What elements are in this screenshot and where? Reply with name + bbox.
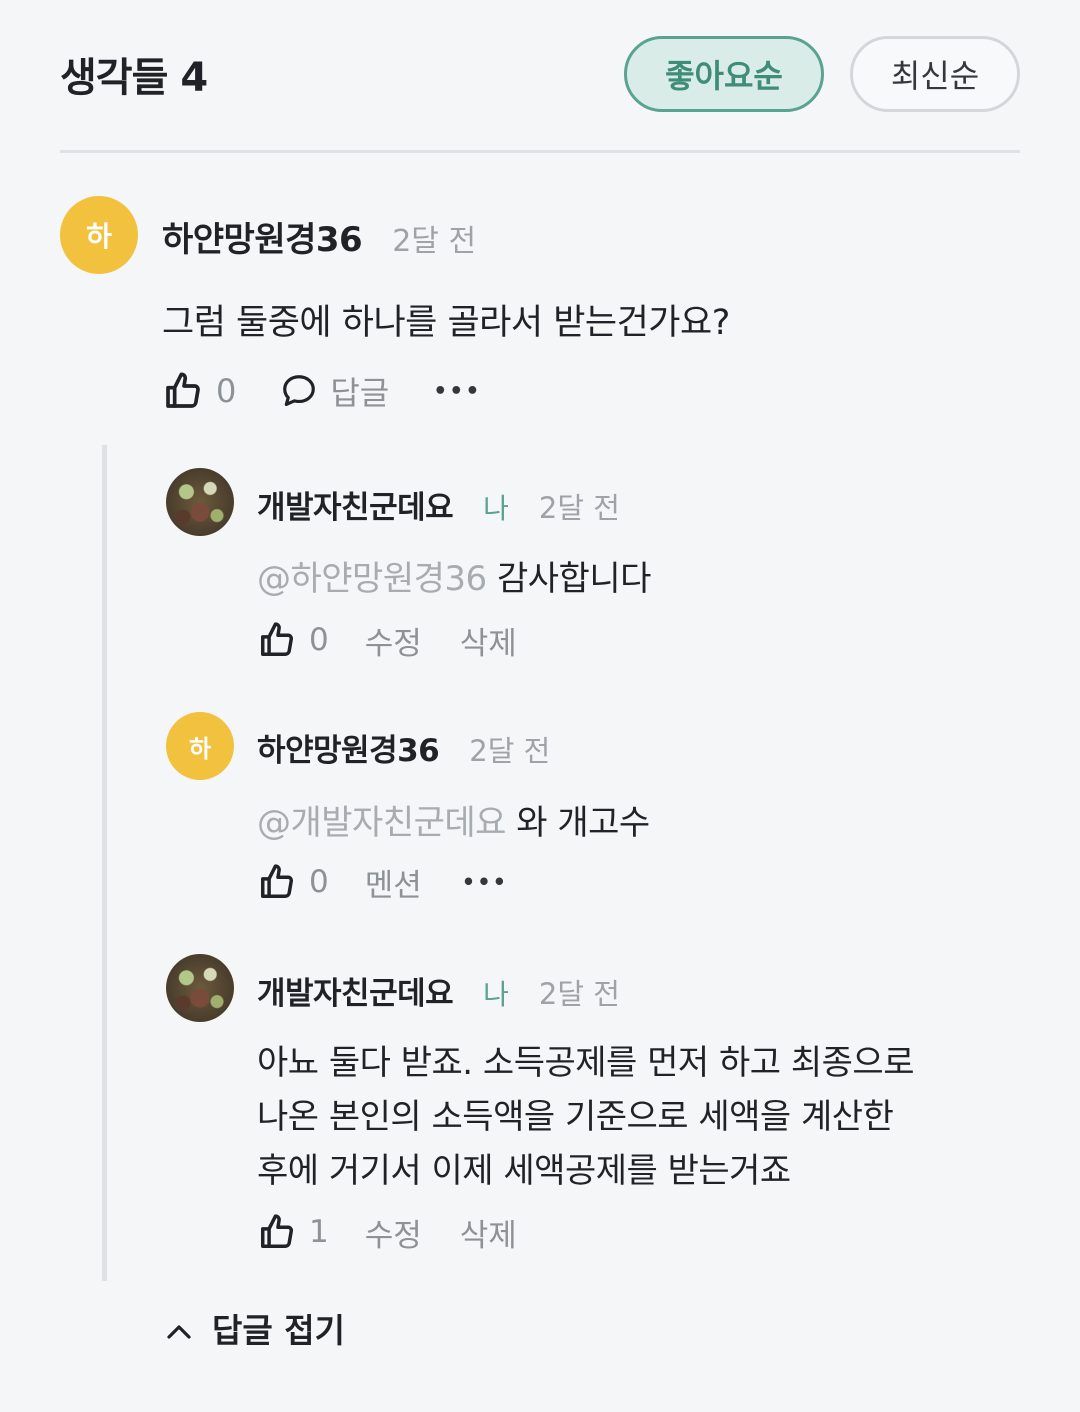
collapse-label: 답글 접기 — [212, 1311, 345, 1350]
comments-header: 생각들 4 좋아요순 최신순 — [60, 32, 1020, 116]
like-button[interactable]: 0 — [257, 621, 329, 659]
reply-actions: 1 수정 삭제 — [257, 1208, 517, 1256]
speech-bubble-icon — [280, 372, 318, 410]
reply-text: @개발자친군데요 와 개고수 — [257, 795, 650, 844]
reply-text: 아뇨 둘다 받죠. 소득공제를 먼저 하고 최종으로 나온 본인의 소득액을 기… — [257, 1036, 914, 1198]
chevron-up-icon — [166, 1309, 192, 1348]
more-icon[interactable]: ••• — [462, 870, 508, 894]
mention-button[interactable]: 멘션 — [365, 860, 422, 905]
my-comment-badge: 나 — [483, 978, 509, 1011]
my-comment-badge: 나 — [483, 492, 509, 525]
comment-meta: 하얀망원경36 2달 전 — [162, 212, 476, 261]
sort-latest-button[interactable]: 최신순 — [850, 36, 1020, 112]
mention-link[interactable]: @개발자친군데요 — [257, 803, 506, 843]
comment-author[interactable]: 하얀망원경36 — [162, 212, 363, 261]
reply-line: 나온 본인의 소득액을 기준으로 세액을 계산한 — [257, 1097, 894, 1137]
avatar[interactable]: 하 — [60, 196, 138, 274]
reply-actions: 0 수정 삭제 — [257, 616, 517, 664]
comment-time: 2달 전 — [392, 224, 477, 259]
reply-author[interactable]: 개발자친군데요 — [257, 968, 454, 1013]
reply-content: 감사합니다 — [496, 559, 651, 599]
comments-page: 생각들 4 좋아요순 최신순 하 하얀망원경36 2달 전 그럼 둘중에 하나를… — [0, 0, 1080, 1412]
like-count: 0 — [309, 864, 329, 900]
avatar[interactable] — [166, 954, 234, 1022]
reply-meta: 개발자친군데요 나 2달 전 — [257, 968, 620, 1013]
thumbs-up-icon — [257, 1213, 297, 1251]
reply-author[interactable]: 개발자친군데요 — [257, 482, 454, 527]
header-divider — [60, 150, 1020, 153]
reply-author[interactable]: 하얀망원경36 — [257, 725, 440, 770]
edit-button[interactable]: 수정 — [365, 1210, 422, 1255]
comments-title: 생각들 4 — [60, 55, 208, 101]
like-button[interactable]: 0 — [257, 863, 329, 901]
reply-time: 2달 전 — [538, 977, 620, 1011]
comment-actions: 0 답글 ••• — [162, 366, 481, 416]
reply-meta: 개발자친군데요 나 2달 전 — [257, 482, 620, 527]
reply-thread-line — [102, 445, 107, 1281]
edit-button[interactable]: 수정 — [365, 618, 422, 663]
sort-popular-button[interactable]: 좋아요순 — [624, 36, 824, 112]
reply-actions: 0 멘션 ••• — [257, 858, 508, 906]
reply-line: 후에 거기서 이제 세액공제를 받는거죠 — [257, 1151, 791, 1191]
reply-text: @하얀망원경36 감사합니다 — [257, 551, 651, 600]
collapse-replies-button[interactable]: 답글 접기 — [166, 1300, 345, 1356]
avatar[interactable] — [166, 468, 234, 536]
reply-meta: 하얀망원경36 2달 전 — [257, 725, 550, 770]
delete-button[interactable]: 삭제 — [460, 1210, 517, 1255]
like-button[interactable]: 0 — [162, 371, 236, 411]
sort-options: 좋아요순 최신순 — [624, 36, 1020, 112]
reply-content: 와 개고수 — [516, 803, 650, 843]
like-count: 1 — [309, 1214, 329, 1250]
more-icon[interactable]: ••• — [433, 379, 481, 404]
reply-time: 2달 전 — [538, 491, 620, 525]
like-count: 0 — [309, 622, 329, 658]
thumbs-up-icon — [162, 371, 204, 411]
comment-text: 그럼 둘중에 하나를 골라서 받는건가요? — [162, 303, 730, 343]
reply-button[interactable]: 답글 — [280, 368, 389, 414]
reply-line: 아뇨 둘다 받죠. 소득공제를 먼저 하고 최종으로 — [257, 1043, 914, 1083]
avatar[interactable]: 하 — [166, 712, 234, 780]
like-count: 0 — [216, 372, 237, 410]
thumbs-up-icon — [257, 863, 297, 901]
like-button[interactable]: 1 — [257, 1213, 329, 1251]
thumbs-up-icon — [257, 621, 297, 659]
reply-time: 2달 전 — [469, 734, 551, 768]
reply-label: 답글 — [330, 374, 390, 412]
delete-button[interactable]: 삭제 — [460, 618, 517, 663]
mention-link[interactable]: @하얀망원경36 — [257, 559, 487, 599]
